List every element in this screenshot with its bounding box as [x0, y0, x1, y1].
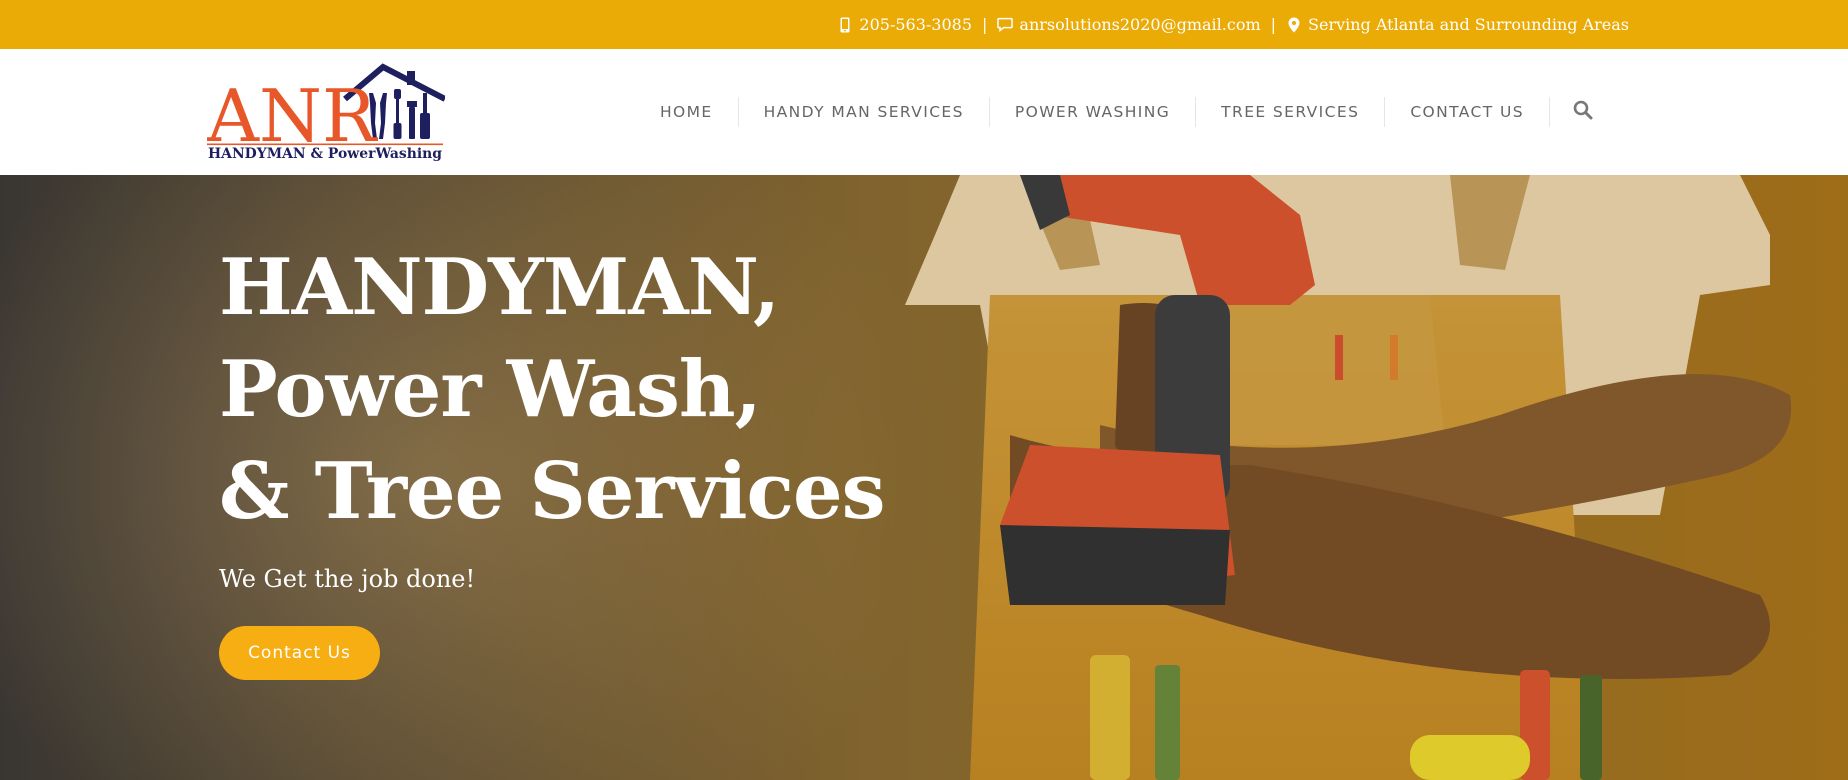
mobile-phone-icon: [837, 17, 853, 33]
headline-line-2: Power Wash,: [219, 344, 762, 435]
top-info-bar: 205-563-3085 | anrsolutions2020@gmail.co…: [0, 0, 1848, 49]
map-marker-icon: [1286, 17, 1302, 33]
separator: |: [982, 15, 988, 34]
phone-link[interactable]: 205-563-3085: [837, 15, 972, 34]
comment-icon: [997, 17, 1014, 33]
contact-us-button[interactable]: Contact Us: [219, 626, 380, 680]
search-button[interactable]: [1550, 97, 1616, 127]
headline-line-3: & Tree Services: [219, 446, 885, 537]
email-address: anrsolutions2020@gmail.com: [1019, 15, 1261, 34]
phone-number: 205-563-3085: [859, 15, 973, 34]
site-header: ANR HANDYMAN & PowerWashing HOME HANDY M…: [0, 49, 1848, 175]
email-link[interactable]: anrsolutions2020@gmail.com: [997, 15, 1261, 34]
nav-item-power-washing[interactable]: POWER WASHING: [990, 97, 1197, 127]
search-icon: [1573, 100, 1593, 125]
nav-item-handyman-services[interactable]: HANDY MAN SERVICES: [739, 97, 990, 127]
hero-subtitle: We Get the job done!: [219, 565, 476, 593]
logo-graphic: ANR HANDYMAN & PowerWashing: [206, 63, 447, 162]
site-logo[interactable]: ANR HANDYMAN & PowerWashing: [206, 61, 447, 162]
nav-item-contact-us[interactable]: CONTACT US: [1385, 97, 1550, 127]
contact-info: 205-563-3085 | anrsolutions2020@gmail.co…: [837, 0, 1629, 49]
logo-tagline: HANDYMAN & PowerWashing: [208, 146, 442, 161]
nav-item-tree-services[interactable]: TREE SERVICES: [1196, 97, 1386, 127]
separator: |: [1270, 15, 1277, 34]
location-info: Serving Atlanta and Surrounding Areas: [1286, 15, 1629, 34]
nav-item-home[interactable]: HOME: [635, 97, 739, 127]
hero-headline: HANDYMAN, Power Wash, & Tree Services: [219, 237, 885, 543]
service-area: Serving Atlanta and Surrounding Areas: [1308, 15, 1629, 34]
hero-banner: HANDYMAN, Power Wash, & Tree Services We…: [0, 175, 1848, 780]
headline-line-1: HANDYMAN,: [219, 242, 780, 333]
main-navigation: HOME HANDY MAN SERVICES POWER WASHING TR…: [635, 49, 1616, 175]
